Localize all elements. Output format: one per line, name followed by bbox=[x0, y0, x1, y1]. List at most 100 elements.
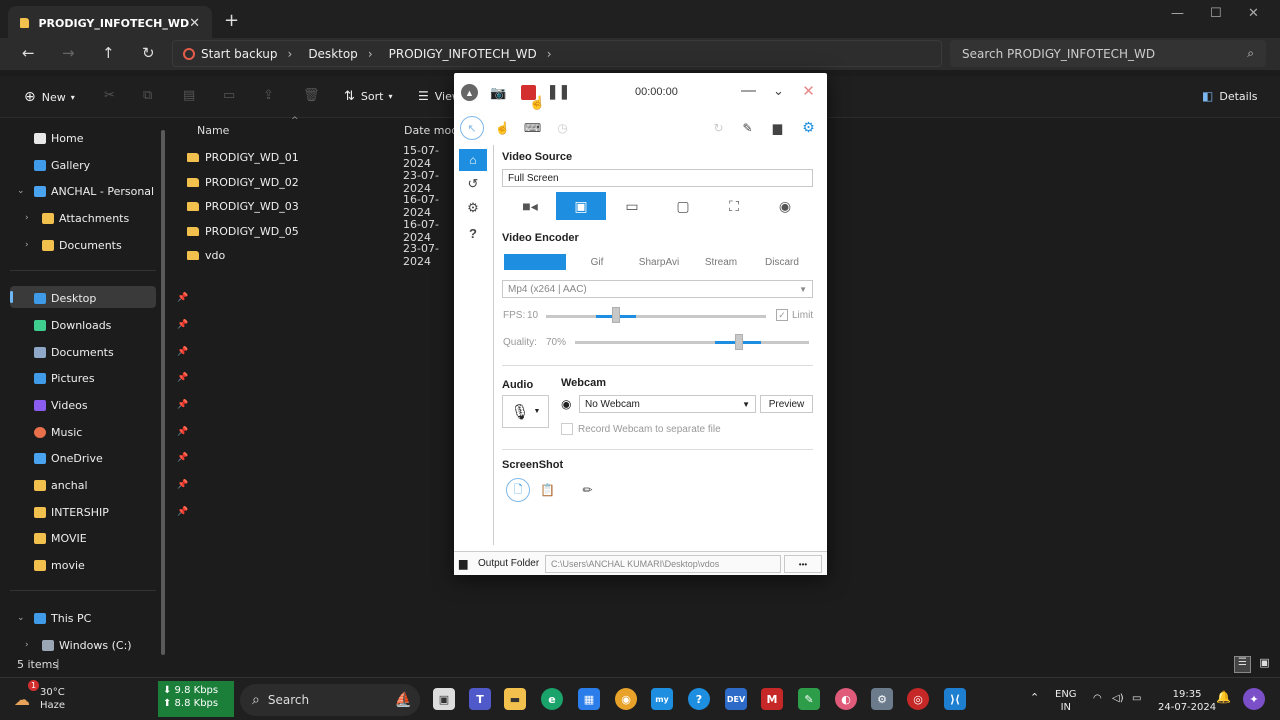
sidebar-item-downloads[interactable]: Downloads 📌 bbox=[34, 314, 188, 336]
hand-click-icon[interactable]: ☝ bbox=[494, 119, 511, 136]
history-icon[interactable]: ↺ bbox=[459, 173, 487, 195]
encoder-tab-selected[interactable] bbox=[504, 254, 566, 270]
new-tab-button[interactable]: + bbox=[224, 10, 239, 31]
collapse-up-icon[interactable]: ▲ bbox=[461, 84, 478, 101]
cut-icon[interactable]: ✂ bbox=[104, 88, 115, 103]
encoder-tab-stream[interactable]: Stream bbox=[690, 254, 752, 270]
folder-icon[interactable]: ▆ bbox=[769, 119, 786, 136]
minimize-icon[interactable]: — bbox=[740, 82, 757, 99]
up-arrow-icon[interactable]: ↑ bbox=[102, 44, 115, 62]
sidebar-scrollbar[interactable] bbox=[161, 130, 165, 655]
media-icon[interactable]: ◐ bbox=[835, 688, 857, 710]
dev-icon[interactable]: DEV bbox=[725, 688, 747, 710]
webcam-select[interactable]: No Webcam ▼ bbox=[579, 395, 756, 413]
chevron-right-icon[interactable]: › bbox=[25, 240, 29, 250]
quality-slider-thumb[interactable] bbox=[734, 334, 743, 350]
edge-icon[interactable]: e bbox=[541, 688, 563, 710]
tiles-view-icon[interactable]: ▣ bbox=[1256, 656, 1273, 673]
vscode-icon[interactable]: ⟩⟨ bbox=[944, 688, 966, 710]
sidebar-item-home[interactable]: Home bbox=[34, 127, 83, 149]
sidebar-item-anchal[interactable]: anchal 📌 bbox=[34, 474, 188, 496]
sort-button[interactable]: ⇅ Sort ▾ bbox=[344, 89, 392, 104]
cursor-icon[interactable]: ↖ bbox=[460, 116, 484, 140]
chevron-double-down-icon[interactable]: ⌄ bbox=[770, 82, 787, 99]
refresh-icon[interactable]: ↻ bbox=[710, 119, 727, 136]
tab-prodigy-infotech[interactable]: PRODIGY_INFOTECH_WD ✕ bbox=[8, 6, 212, 40]
start-backup-link[interactable]: Start backup bbox=[201, 47, 278, 61]
codec-select[interactable]: Mp4 (x264 | AAC) ▼ bbox=[502, 280, 813, 298]
search-input[interactable]: Search PRODIGY_INFOTECH_WD ⌕ bbox=[950, 40, 1266, 67]
file-row[interactable]: PRODIGY_WD_02 23-07-2024 bbox=[187, 169, 457, 195]
sidebar-item-attachments[interactable]: Attachments bbox=[42, 207, 129, 229]
language-indicator[interactable]: ENG IN bbox=[1055, 688, 1077, 714]
quality-slider-track[interactable] bbox=[575, 341, 809, 344]
maximize-icon[interactable]: ☐ bbox=[1210, 6, 1222, 21]
wifi-icon[interactable]: ◠ bbox=[1093, 692, 1102, 705]
column-header-date[interactable]: Date modi bbox=[404, 124, 461, 137]
file-row[interactable]: vdo 23-07-2024 bbox=[187, 242, 457, 268]
address-bar[interactable]: Start backup › Desktop › PRODIGY_INFOTEC… bbox=[172, 40, 942, 67]
webcam-source-icon[interactable]: ■◂ bbox=[505, 192, 555, 220]
sidebar-item-anchal-personal[interactable]: ANCHAL - Personal bbox=[34, 180, 154, 202]
taskbar-search[interactable]: ⌕ Search ⛵ bbox=[240, 684, 420, 716]
task-view-icon[interactable]: ▣ bbox=[433, 688, 455, 710]
details-button[interactable]: ◧ Details bbox=[1202, 89, 1257, 103]
encoder-tab-discard[interactable]: Discard bbox=[752, 254, 812, 270]
chevron-up-icon[interactable]: ⌃ bbox=[1030, 691, 1039, 704]
new-button[interactable]: ⊕ New ▾ bbox=[24, 89, 75, 105]
close-tab-icon[interactable]: ✕ bbox=[189, 16, 200, 31]
sidebar-item-this-pc[interactable]: This PC bbox=[34, 607, 91, 629]
encoder-tab-sharpavi[interactable]: SharpAvi bbox=[628, 254, 690, 270]
weather-widget[interactable]: ☁ 1 30°C Haze bbox=[14, 680, 65, 712]
sidebar-item-documents[interactable]: Documents 📌 bbox=[34, 341, 188, 363]
fps-slider-thumb[interactable] bbox=[611, 307, 620, 323]
sidebar-item-intership[interactable]: INTERSHIP 📌 bbox=[34, 501, 188, 523]
store-icon[interactable]: ▦ bbox=[578, 688, 600, 710]
copilot-icon[interactable]: ✦ bbox=[1243, 688, 1265, 710]
mysql-icon[interactable]: my bbox=[651, 688, 673, 710]
sidebar-item-documents-cloud[interactable]: Documents bbox=[42, 234, 122, 256]
sidebar-item-windows-c[interactable]: Windows (C:) bbox=[42, 634, 132, 656]
chrome-icon[interactable]: ◉ bbox=[615, 688, 637, 710]
screenshot-file-icon[interactable]: 🗋 bbox=[506, 478, 530, 502]
pause-icon[interactable]: ❚❚ bbox=[547, 83, 570, 100]
chevron-right-icon[interactable]: › bbox=[25, 640, 29, 650]
notepad-icon[interactable]: ✎ bbox=[798, 688, 820, 710]
mcafee-icon[interactable]: M bbox=[761, 688, 783, 710]
camera-icon[interactable]: 📷 bbox=[490, 84, 507, 101]
teams-icon[interactable]: T bbox=[469, 688, 491, 710]
minimize-icon[interactable]: — bbox=[1171, 6, 1184, 21]
sidebar-item-videos[interactable]: Videos 📌 bbox=[34, 394, 188, 416]
chevron-right-icon[interactable]: › bbox=[25, 213, 29, 223]
timer-icon[interactable]: ◷ bbox=[554, 119, 571, 136]
settings-gear-icon[interactable]: ⚙ bbox=[800, 119, 817, 136]
chevron-down-icon[interactable]: ⌄ bbox=[17, 613, 25, 623]
chevron-down-icon[interactable]: ⌄ bbox=[17, 186, 25, 196]
sidebar-item-onedrive[interactable]: OneDrive 📌 bbox=[34, 447, 188, 469]
paste-icon[interactable]: ▤ bbox=[183, 88, 195, 103]
window-source-icon[interactable]: ▢ bbox=[658, 192, 708, 220]
help-icon[interactable]: ? bbox=[459, 222, 487, 244]
more-options-button[interactable]: ••• bbox=[784, 555, 822, 573]
clock[interactable]: 19:35 24-07-2024 bbox=[1158, 688, 1216, 714]
details-view-icon[interactable]: ☰ bbox=[1234, 656, 1251, 673]
column-header-name[interactable]: Name bbox=[197, 124, 229, 137]
chevron-right-icon[interactable]: › bbox=[288, 47, 293, 61]
refresh-icon[interactable]: ↻ bbox=[142, 44, 155, 62]
screen-source-icon[interactable]: ▣ bbox=[556, 192, 606, 220]
delete-icon[interactable]: 🗑 bbox=[303, 88, 320, 103]
sidebar-item-movie[interactable]: movie bbox=[34, 554, 85, 576]
pencil-icon[interactable]: ✏ bbox=[579, 481, 596, 498]
file-row[interactable]: PRODIGY_WD_03 16-07-2024 bbox=[187, 193, 457, 219]
copy-icon[interactable]: ⧉ bbox=[143, 88, 152, 103]
sidebar-item-desktop[interactable]: Desktop 📌 bbox=[34, 287, 188, 309]
home-icon[interactable]: ⌂ bbox=[459, 149, 487, 171]
recorder-app-icon[interactable]: ◎ bbox=[907, 688, 929, 710]
settings-gear-icon[interactable]: ⚙ bbox=[871, 688, 893, 710]
output-path-field[interactable]: C:\Users\ANCHAL KUMARI\Desktop\vdos bbox=[545, 555, 781, 573]
region-source-icon[interactable]: ⛶ bbox=[709, 192, 759, 220]
fps-slider-track[interactable] bbox=[546, 315, 766, 318]
breadcrumb-prodigy[interactable]: PRODIGY_INFOTECH_WD bbox=[389, 47, 537, 61]
sidebar-item-music[interactable]: Music 📌 bbox=[34, 421, 188, 443]
preview-button[interactable]: Preview bbox=[760, 395, 813, 413]
